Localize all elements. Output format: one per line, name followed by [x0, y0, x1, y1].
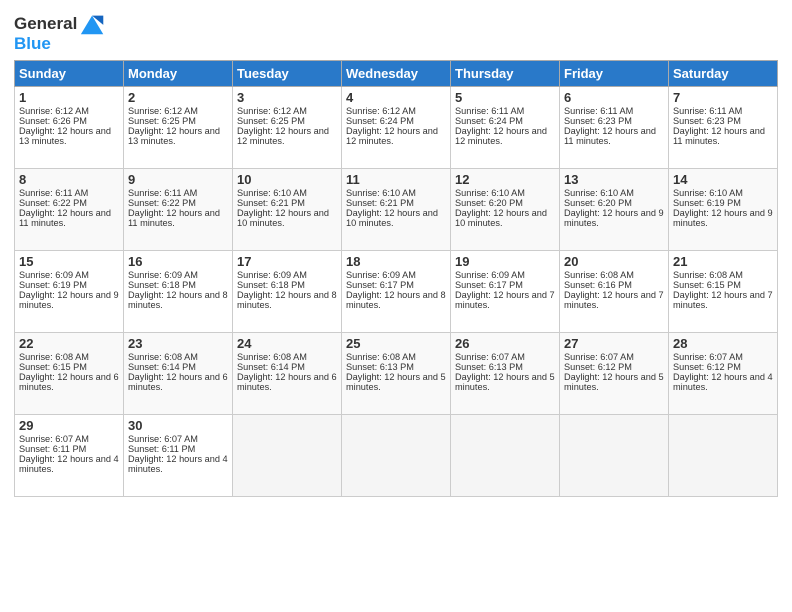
calendar-cell-19: 19Sunrise: 6:09 AMSunset: 6:17 PMDayligh… — [451, 251, 560, 333]
day-number: 20 — [564, 254, 664, 269]
col-header-wednesday: Wednesday — [342, 61, 451, 87]
calendar-cell-2: 2Sunrise: 6:12 AMSunset: 6:25 PMDaylight… — [124, 87, 233, 169]
calendar-cell-15: 15Sunrise: 6:09 AMSunset: 6:19 PMDayligh… — [15, 251, 124, 333]
day-number: 10 — [237, 172, 337, 187]
calendar-cell-28: 28Sunrise: 6:07 AMSunset: 6:12 PMDayligh… — [669, 333, 778, 415]
calendar-cell-10: 10Sunrise: 6:10 AMSunset: 6:21 PMDayligh… — [233, 169, 342, 251]
page-header: General Blue — [14, 10, 778, 54]
calendar-row-3: 22Sunrise: 6:08 AMSunset: 6:15 PMDayligh… — [15, 333, 778, 415]
calendar-row-0: 1Sunrise: 6:12 AMSunset: 6:26 PMDaylight… — [15, 87, 778, 169]
calendar-cell-29: 29Sunrise: 6:07 AMSunset: 6:11 PMDayligh… — [15, 415, 124, 497]
calendar-cell-26: 26Sunrise: 6:07 AMSunset: 6:13 PMDayligh… — [451, 333, 560, 415]
day-number: 25 — [346, 336, 446, 351]
calendar-cell-4: 4Sunrise: 6:12 AMSunset: 6:24 PMDaylight… — [342, 87, 451, 169]
day-number: 29 — [19, 418, 119, 433]
calendar-cell-6: 6Sunrise: 6:11 AMSunset: 6:23 PMDaylight… — [560, 87, 669, 169]
col-header-monday: Monday — [124, 61, 233, 87]
calendar-header-row: SundayMondayTuesdayWednesdayThursdayFrid… — [15, 61, 778, 87]
day-number: 11 — [346, 172, 446, 187]
col-header-tuesday: Tuesday — [233, 61, 342, 87]
day-number: 21 — [673, 254, 773, 269]
day-number: 3 — [237, 90, 337, 105]
day-number: 30 — [128, 418, 228, 433]
calendar-cell-9: 9Sunrise: 6:11 AMSunset: 6:22 PMDaylight… — [124, 169, 233, 251]
calendar-cell-23: 23Sunrise: 6:08 AMSunset: 6:14 PMDayligh… — [124, 333, 233, 415]
calendar-cell-13: 13Sunrise: 6:10 AMSunset: 6:20 PMDayligh… — [560, 169, 669, 251]
day-number: 15 — [19, 254, 119, 269]
logo-text: General — [14, 15, 77, 34]
calendar-cell-11: 11Sunrise: 6:10 AMSunset: 6:21 PMDayligh… — [342, 169, 451, 251]
day-number: 28 — [673, 336, 773, 351]
calendar-cell-18: 18Sunrise: 6:09 AMSunset: 6:17 PMDayligh… — [342, 251, 451, 333]
calendar-table: SundayMondayTuesdayWednesdayThursdayFrid… — [14, 60, 778, 497]
day-number: 22 — [19, 336, 119, 351]
calendar-cell-17: 17Sunrise: 6:09 AMSunset: 6:18 PMDayligh… — [233, 251, 342, 333]
day-number: 9 — [128, 172, 228, 187]
empty-cell — [560, 415, 669, 497]
day-number: 27 — [564, 336, 664, 351]
logo: General Blue — [14, 10, 107, 54]
calendar-cell-16: 16Sunrise: 6:09 AMSunset: 6:18 PMDayligh… — [124, 251, 233, 333]
logo-icon — [79, 10, 107, 38]
empty-cell — [233, 415, 342, 497]
calendar-cell-1: 1Sunrise: 6:12 AMSunset: 6:26 PMDaylight… — [15, 87, 124, 169]
day-number: 14 — [673, 172, 773, 187]
day-number: 5 — [455, 90, 555, 105]
empty-cell — [669, 415, 778, 497]
calendar-cell-5: 5Sunrise: 6:11 AMSunset: 6:24 PMDaylight… — [451, 87, 560, 169]
day-number: 8 — [19, 172, 119, 187]
empty-cell — [451, 415, 560, 497]
day-number: 18 — [346, 254, 446, 269]
day-number: 16 — [128, 254, 228, 269]
day-number: 13 — [564, 172, 664, 187]
empty-cell — [342, 415, 451, 497]
calendar-cell-20: 20Sunrise: 6:08 AMSunset: 6:16 PMDayligh… — [560, 251, 669, 333]
col-header-sunday: Sunday — [15, 61, 124, 87]
calendar-cell-21: 21Sunrise: 6:08 AMSunset: 6:15 PMDayligh… — [669, 251, 778, 333]
day-number: 23 — [128, 336, 228, 351]
day-number: 2 — [128, 90, 228, 105]
day-number: 17 — [237, 254, 337, 269]
col-header-friday: Friday — [560, 61, 669, 87]
day-number: 24 — [237, 336, 337, 351]
day-number: 26 — [455, 336, 555, 351]
day-number: 7 — [673, 90, 773, 105]
day-number: 6 — [564, 90, 664, 105]
col-header-saturday: Saturday — [669, 61, 778, 87]
calendar-cell-7: 7Sunrise: 6:11 AMSunset: 6:23 PMDaylight… — [669, 87, 778, 169]
calendar-cell-12: 12Sunrise: 6:10 AMSunset: 6:20 PMDayligh… — [451, 169, 560, 251]
calendar-cell-30: 30Sunrise: 6:07 AMSunset: 6:11 PMDayligh… — [124, 415, 233, 497]
calendar-row-4: 29Sunrise: 6:07 AMSunset: 6:11 PMDayligh… — [15, 415, 778, 497]
calendar-cell-3: 3Sunrise: 6:12 AMSunset: 6:25 PMDaylight… — [233, 87, 342, 169]
calendar-row-1: 8Sunrise: 6:11 AMSunset: 6:22 PMDaylight… — [15, 169, 778, 251]
calendar-cell-24: 24Sunrise: 6:08 AMSunset: 6:14 PMDayligh… — [233, 333, 342, 415]
calendar-cell-25: 25Sunrise: 6:08 AMSunset: 6:13 PMDayligh… — [342, 333, 451, 415]
col-header-thursday: Thursday — [451, 61, 560, 87]
calendar-cell-27: 27Sunrise: 6:07 AMSunset: 6:12 PMDayligh… — [560, 333, 669, 415]
day-number: 12 — [455, 172, 555, 187]
calendar-row-2: 15Sunrise: 6:09 AMSunset: 6:19 PMDayligh… — [15, 251, 778, 333]
calendar-cell-22: 22Sunrise: 6:08 AMSunset: 6:15 PMDayligh… — [15, 333, 124, 415]
calendar-cell-8: 8Sunrise: 6:11 AMSunset: 6:22 PMDaylight… — [15, 169, 124, 251]
day-number: 1 — [19, 90, 119, 105]
day-number: 4 — [346, 90, 446, 105]
calendar-cell-14: 14Sunrise: 6:10 AMSunset: 6:19 PMDayligh… — [669, 169, 778, 251]
day-number: 19 — [455, 254, 555, 269]
